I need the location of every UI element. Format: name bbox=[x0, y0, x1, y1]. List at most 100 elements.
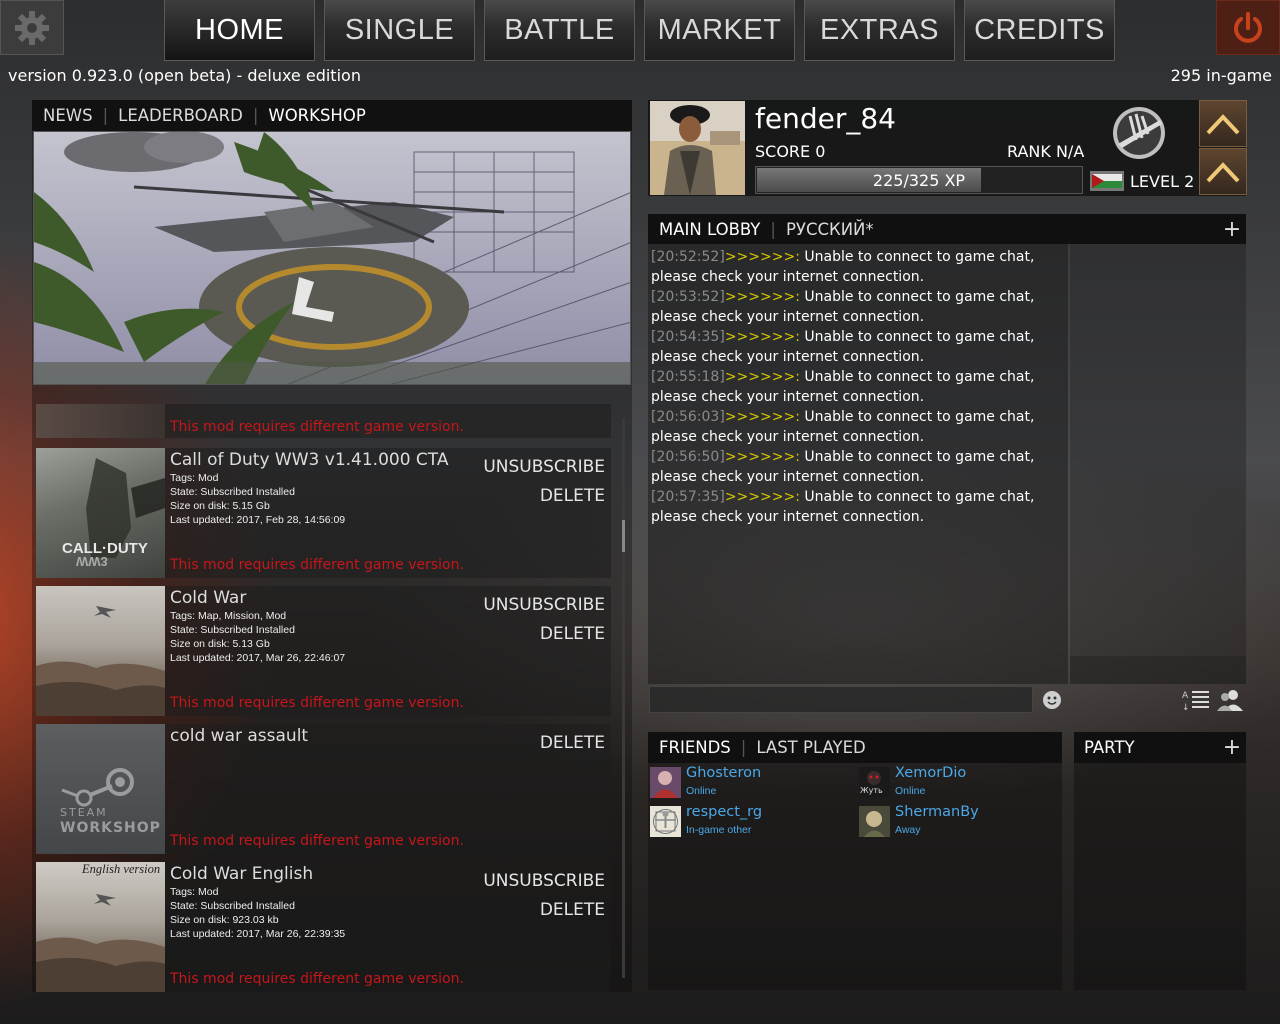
tab-friends[interactable]: FRIENDS bbox=[659, 738, 731, 757]
unsubscribe-button[interactable]: UNSUBSCRIBE bbox=[483, 457, 605, 477]
jet-landscape-image bbox=[36, 606, 165, 716]
unsubscribe-button[interactable]: UNSUBSCRIBE bbox=[483, 595, 605, 615]
chat-sender: >>>>>>: bbox=[724, 249, 800, 265]
mod-version-warning: This mod requires different game version… bbox=[170, 971, 464, 987]
level-label: LEVEL 2 bbox=[1130, 172, 1195, 191]
add-party-member-button[interactable]: + bbox=[1218, 732, 1246, 763]
delete-button[interactable]: DELETE bbox=[540, 733, 605, 753]
helipad-scene-image bbox=[34, 132, 630, 384]
mod-thumbnail bbox=[36, 404, 165, 438]
unsubscribe-button[interactable]: UNSUBSCRIBE bbox=[483, 871, 605, 891]
chat-input[interactable] bbox=[649, 686, 1033, 713]
mod-version-warning: This mod requires different game version… bbox=[170, 419, 464, 435]
gear-icon bbox=[15, 10, 49, 45]
friend-item[interactable]: Ghosteron Online bbox=[650, 765, 850, 803]
mod-title: Cold War bbox=[170, 588, 247, 608]
svg-text:A: A bbox=[1182, 691, 1189, 701]
friend-item[interactable]: respect_rg In-game other bbox=[650, 804, 850, 842]
mod-tags: Tags: Mod bbox=[170, 886, 219, 898]
mod-row[interactable]: Cold War Tags: Map, Mission, Mod State: … bbox=[36, 586, 611, 716]
tab-news[interactable]: NEWS bbox=[43, 106, 93, 125]
friend-name: Ghosteron bbox=[686, 765, 762, 781]
mod-size: Size on disk: 5.13 Gb bbox=[170, 638, 270, 650]
mod-row[interactable]: English version Cold War English Tags: M… bbox=[36, 862, 611, 992]
chat-timestamp: [20:56:03] bbox=[651, 409, 725, 425]
chat-timestamp: [20:57:35] bbox=[651, 489, 725, 505]
nav-tab-market[interactable]: MARKET bbox=[644, 0, 795, 61]
username: fender_84 bbox=[755, 102, 896, 135]
chat-sender: >>>>>>: bbox=[724, 289, 800, 305]
chat-timestamp: [20:55:18] bbox=[651, 369, 725, 385]
friend-avatar bbox=[650, 806, 681, 837]
chat-timestamp: [20:56:50] bbox=[651, 449, 725, 465]
nav-tab-home[interactable]: HOME bbox=[164, 0, 315, 61]
chevron-up-icon bbox=[1206, 113, 1240, 134]
tab-leaderboard[interactable]: LEADERBOARD bbox=[118, 106, 243, 125]
mod-version-warning: This mod requires different game version… bbox=[170, 695, 464, 711]
mod-state: State: Subscribed Installed bbox=[170, 900, 295, 912]
chat-timestamp: [20:52:52] bbox=[651, 249, 725, 265]
chat-log[interactable]: [20:52:52]>>>>>>: Unable to connect to g… bbox=[648, 244, 1068, 684]
chat-message: [20:52:52]>>>>>>: Unable to connect to g… bbox=[651, 247, 1065, 287]
sort-users-button[interactable]: A ↓ bbox=[1180, 686, 1212, 713]
tab-separator: | bbox=[102, 106, 109, 125]
mod-updated: Last updated: 2017, Mar 26, 22:39:35 bbox=[170, 928, 346, 940]
tab-main-lobby[interactable]: MAIN LOBBY bbox=[659, 220, 760, 239]
nav-tab-extras[interactable]: EXTRAS bbox=[804, 0, 955, 61]
friend-name: respect_rg bbox=[686, 804, 763, 820]
sort-list-icon: A ↓ bbox=[1182, 690, 1209, 712]
mod-version-warning: This mod requires different game version… bbox=[170, 557, 464, 573]
chat-user-list-footer bbox=[1070, 656, 1246, 684]
mod-tags: Tags: Mod bbox=[170, 472, 219, 484]
mod-thumbnail bbox=[36, 586, 165, 716]
friend-status: In-game other bbox=[686, 824, 752, 836]
chat-message: [20:53:52]>>>>>>: Unable to connect to g… bbox=[651, 287, 1065, 327]
nav-tab-battle[interactable]: BATTLE bbox=[484, 0, 635, 61]
users-icon bbox=[1217, 689, 1243, 711]
settings-button[interactable] bbox=[0, 0, 64, 55]
steam-logo-text: STEAM bbox=[60, 806, 108, 819]
add-chat-tab-button[interactable]: + bbox=[1218, 214, 1246, 244]
delete-button[interactable]: DELETE bbox=[540, 900, 605, 920]
mod-thumbnail: STEAM WORKSHOP bbox=[36, 724, 165, 854]
level-up-button[interactable] bbox=[1199, 148, 1247, 195]
tab-last-played[interactable]: LAST PLAYED bbox=[756, 738, 865, 757]
mod-list-scroll-thumb[interactable] bbox=[622, 520, 625, 552]
friend-status: Online bbox=[686, 785, 717, 797]
mod-row[interactable]: CALL·DUTY WW3 Call of Duty WW3 v1.41.000… bbox=[36, 448, 611, 578]
mod-list-scrollbar[interactable] bbox=[622, 418, 625, 978]
version-label: version 0.923.0 (open beta) - deluxe edi… bbox=[8, 66, 361, 85]
chat-user-list[interactable] bbox=[1070, 244, 1246, 656]
tab-workshop[interactable]: WORKSHOP bbox=[268, 106, 365, 125]
xp-text: 225/325 XP bbox=[872, 170, 966, 190]
mod-updated: Last updated: 2017, Feb 28, 14:56:09 bbox=[170, 514, 346, 526]
mod-row-partial[interactable]: This mod requires different game version… bbox=[36, 404, 611, 438]
nav-tab-credits[interactable]: CREDITS bbox=[964, 0, 1115, 61]
delete-button[interactable]: DELETE bbox=[540, 486, 605, 506]
friend-status: Online bbox=[895, 785, 926, 797]
chat-sender: >>>>>>: bbox=[724, 369, 800, 385]
workshop-banner-image[interactable] bbox=[33, 131, 631, 385]
emoji-button[interactable] bbox=[1038, 686, 1066, 713]
score-label: SCORE 0 bbox=[755, 142, 826, 161]
friend-avatar-text: Жуть bbox=[860, 786, 883, 795]
mod-thumbnail: English version bbox=[36, 862, 165, 992]
chat-message: [20:56:03]>>>>>>: Unable to connect to g… bbox=[651, 407, 1065, 447]
chat-sender: >>>>>>: bbox=[724, 449, 800, 465]
rank-up-button[interactable] bbox=[1199, 100, 1247, 147]
mod-thumbnail-logo-sub: WW3 bbox=[76, 554, 108, 569]
power-button[interactable] bbox=[1216, 0, 1280, 55]
friend-item[interactable]: Жуть XemorDio Online bbox=[859, 765, 1059, 803]
delete-button[interactable]: DELETE bbox=[540, 624, 605, 644]
avatar[interactable] bbox=[650, 101, 745, 195]
tab-russian[interactable]: РУССКИЙ* bbox=[786, 220, 874, 239]
nav-tab-single[interactable]: SINGLE bbox=[324, 0, 475, 61]
tab-separator: | bbox=[252, 106, 259, 125]
users-button[interactable] bbox=[1214, 686, 1246, 713]
friend-item[interactable]: ShermanBy Away bbox=[859, 804, 1059, 842]
friends-tabs: FRIENDS | LAST PLAYED bbox=[648, 732, 1062, 763]
friend-avatar: Жуть bbox=[859, 767, 890, 798]
workshop-logo-text: WORKSHOP bbox=[60, 820, 161, 836]
avatar-image bbox=[650, 101, 745, 195]
mod-row[interactable]: STEAM WORKSHOP cold war assault DELETE T… bbox=[36, 724, 611, 854]
